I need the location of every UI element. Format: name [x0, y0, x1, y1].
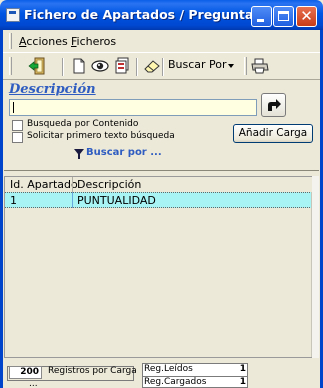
descripcion-label: Descripción: [9, 82, 96, 97]
busqueda-contenido-checkbox[interactable]: [12, 120, 23, 131]
registros-por-carga-label: Registros por Carga: [48, 366, 137, 376]
toolbar-grip[interactable]: [9, 57, 12, 75]
menu-bar-grip[interactable]: [9, 33, 12, 49]
maximize-button[interactable]: [273, 6, 294, 27]
view-icon[interactable]: [91, 57, 109, 75]
column-divider[interactable]: [72, 177, 73, 192]
reg-leidos-value: 1: [239, 364, 246, 374]
minimize-icon: [257, 19, 264, 22]
cell-descripcion[interactable]: PUNTUALIDAD: [77, 194, 156, 207]
grid-right-edge: [312, 176, 319, 358]
status-partial-text: ...: [29, 381, 38, 388]
grid-top-border: [4, 170, 319, 171]
menu-ficheros[interactable]: Ficheros: [71, 35, 116, 48]
dropdown-arrow-icon[interactable]: [228, 64, 234, 68]
menu-acciones[interactable]: Acciones: [19, 35, 68, 48]
window-title: Fichero de Apartados / Preguntas: [24, 7, 261, 22]
table-row[interactable]: [5, 192, 312, 208]
arrow-right-icon: [268, 99, 281, 111]
toolbar-separator: [62, 58, 64, 76]
reg-leidos-label: Reg.Leídos: [144, 364, 193, 374]
new-document-icon[interactable]: [70, 57, 88, 75]
buscar-por-label: Buscar Por: [168, 58, 227, 71]
busqueda-contenido-label: Busqueda por Contenido: [27, 119, 139, 129]
window-frame-left: [0, 30, 3, 388]
reg-cargados-label: Reg.Cargados: [144, 377, 207, 387]
status-partial-row: ...: [9, 381, 139, 388]
column-header-id-apartado[interactable]: Id. Apartado: [10, 178, 78, 191]
cell-divider: [72, 192, 73, 208]
minimize-button[interactable]: [251, 6, 272, 27]
buscar-por-dropdown[interactable]: Buscar Por: [168, 58, 227, 71]
descripcion-input[interactable]: [9, 99, 257, 116]
toolbar-grip[interactable]: [244, 57, 247, 75]
app-icon[interactable]: [6, 8, 20, 22]
solicitar-primero-checkbox[interactable]: [12, 132, 23, 143]
maximize-icon: [278, 11, 289, 21]
toolbar-separator: [136, 58, 138, 76]
print-icon[interactable]: [251, 57, 269, 75]
search-go-button[interactable]: [261, 93, 286, 117]
toolbar-separator: [162, 58, 164, 76]
menu-acciones-label: cciones: [26, 35, 68, 48]
text-caret: [13, 102, 14, 113]
exit-icon[interactable]: [28, 57, 46, 75]
pages-icon[interactable]: [113, 57, 131, 75]
close-button[interactable]: ✕: [296, 6, 317, 27]
anadir-carga-label: Añadir Carga: [238, 127, 308, 139]
registros-por-carga-value[interactable]: 200: [9, 366, 42, 379]
cell-id-apartado[interactable]: 1: [10, 194, 17, 207]
anadir-carga-button[interactable]: Añadir Carga: [233, 124, 313, 143]
solicitar-primero-label: Solicitar primero texto búsqueda: [27, 131, 175, 141]
eraser-icon[interactable]: [143, 57, 161, 75]
buscar-por-link[interactable]: Buscar por ...: [86, 147, 162, 158]
reg-cargados-value: 1: [239, 377, 246, 387]
column-header-descripcion[interactable]: Descripción: [77, 178, 141, 191]
menu-ficheros-label: icheros: [76, 35, 117, 48]
close-icon: ✕: [300, 7, 313, 25]
funnel-icon[interactable]: [74, 149, 84, 159]
